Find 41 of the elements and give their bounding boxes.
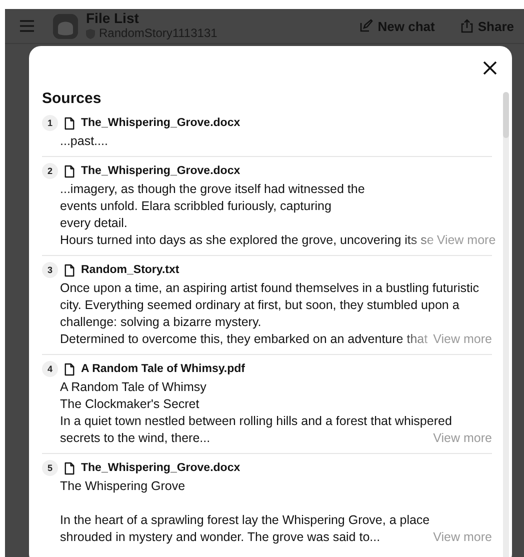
file-name[interactable]: A Random Tale of Whimsy.pdf bbox=[81, 363, 245, 375]
file-name[interactable]: The_Whispering_Grove.docx bbox=[81, 462, 240, 474]
excerpt-line: every detail. bbox=[60, 215, 128, 232]
menu-icon[interactable] bbox=[19, 19, 35, 33]
excerpt-line: In a quiet town nestled between rolling hills and a forest that whispered bbox=[60, 413, 452, 430]
scrollbar[interactable] bbox=[503, 92, 509, 557]
view-more-link[interactable]: View more bbox=[430, 529, 492, 545]
source-number: 1 bbox=[42, 115, 58, 131]
excerpt-line: Determined to overcome this, they embarked on an adventure that bbox=[60, 331, 428, 348]
file-icon bbox=[64, 264, 75, 276]
edit-icon bbox=[358, 19, 373, 33]
excerpt-line: Once upon a time, an aspiring artist found themselves in a bustling futuristic bbox=[60, 280, 479, 297]
file-icon bbox=[64, 164, 75, 178]
excerpt-line: A Random Tale of Whimsy bbox=[60, 379, 206, 396]
view-more-link[interactable]: View more bbox=[430, 331, 492, 347]
excerpt-line: ...past.... bbox=[60, 133, 108, 150]
source-number: 4 bbox=[42, 361, 58, 377]
excerpt-line: challenge: solving a bizarre mystery. bbox=[60, 314, 262, 331]
source-number: 2 bbox=[42, 163, 58, 179]
excerpt-line: The Whispering Grove bbox=[60, 478, 186, 495]
excerpt-line: shrouded in mystery and wonder. The grove was said to... bbox=[60, 529, 380, 546]
excerpt-line: secrets to the wind, there... bbox=[60, 430, 210, 447]
file-name[interactable]: Random_Story.txt bbox=[81, 264, 180, 276]
excerpt-line: Hours turned into days as she explored the grove, uncovering its se bbox=[60, 232, 434, 249]
file-name[interactable]: The_Whispering_Grove.docx bbox=[81, 117, 240, 129]
view-more-link[interactable]: View more bbox=[434, 232, 496, 248]
excerpt-line: events unfold. Elara scribbled furiously, capturing bbox=[60, 198, 332, 215]
file-name[interactable]: The_Whispering_Grove.docx bbox=[81, 165, 240, 177]
excerpt-line: The Clockmaker's Secret bbox=[60, 396, 200, 413]
file-icon bbox=[64, 462, 75, 474]
close-button[interactable] bbox=[482, 60, 498, 76]
share-icon bbox=[460, 19, 473, 33]
source-number: 5 bbox=[42, 460, 58, 476]
file-icon bbox=[64, 116, 75, 130]
file-icon bbox=[64, 362, 75, 376]
dialog-title: Sources bbox=[42, 90, 102, 107]
excerpt-line: city. Everything seemed ordinary at first, but soon, they stumbled upon a bbox=[60, 297, 460, 314]
view-more-link[interactable]: View more bbox=[430, 430, 492, 446]
excerpt-line: In the heart of a sprawling forest lay the Whispering Grove, a place bbox=[60, 512, 430, 529]
excerpt-line: ...imagery, as though the grove itself had witnessed the bbox=[60, 181, 365, 198]
source-number: 3 bbox=[42, 262, 58, 278]
